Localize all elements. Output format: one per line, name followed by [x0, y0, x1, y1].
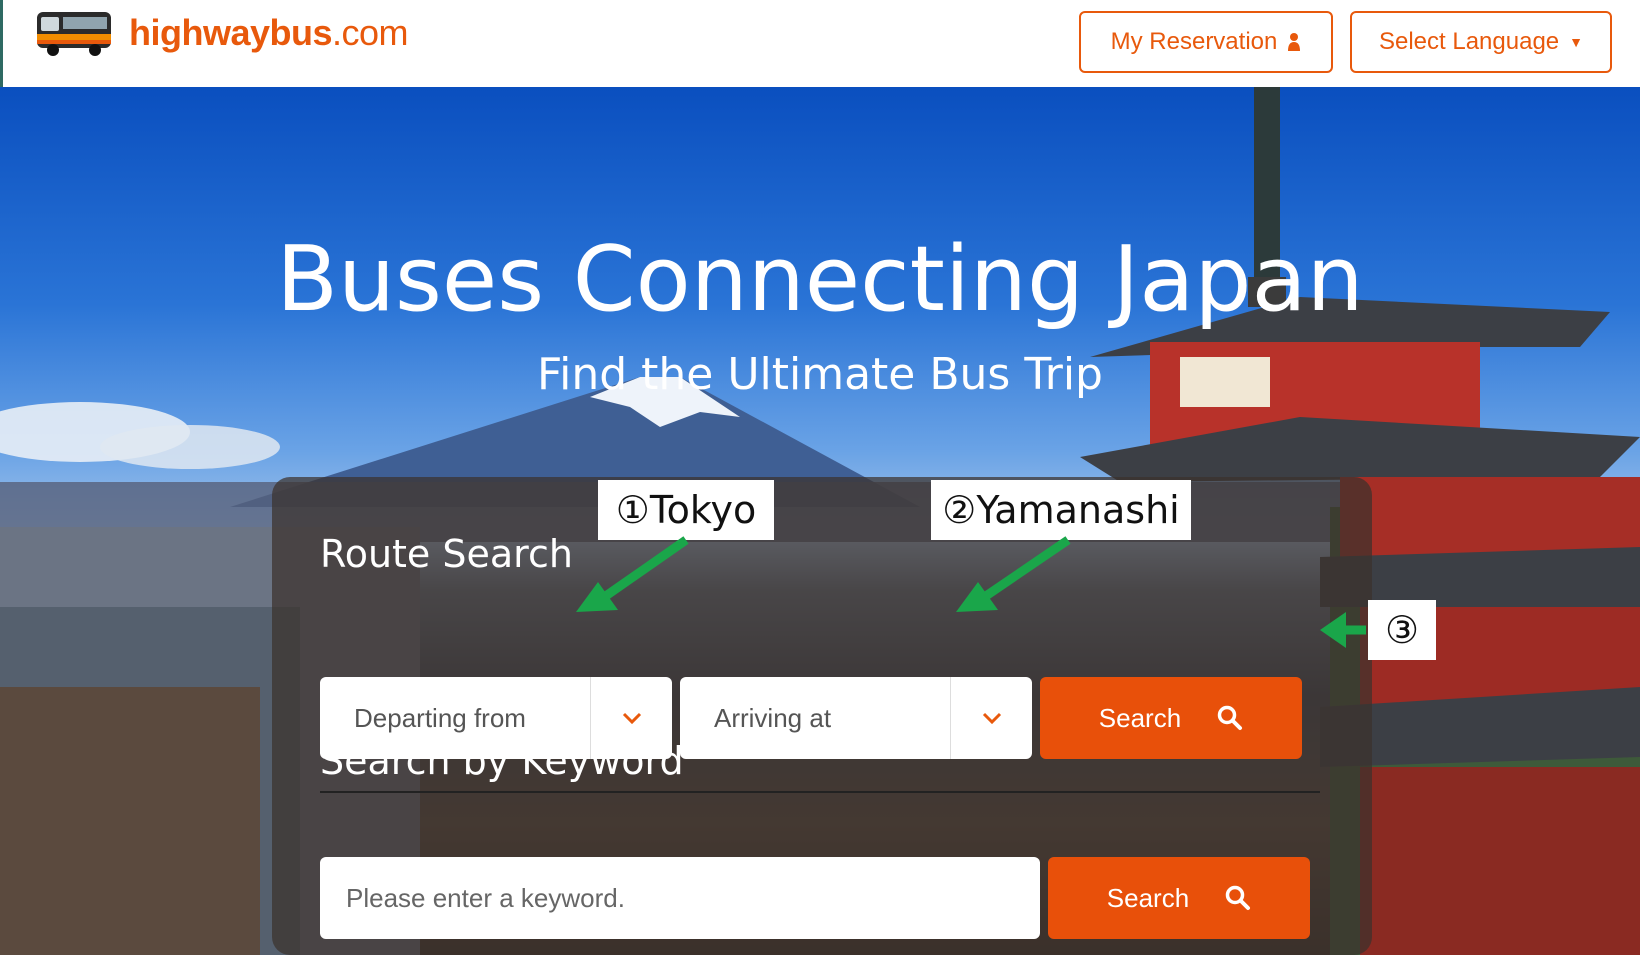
arrow-icon — [956, 536, 1071, 612]
annotation-arrows — [576, 536, 1366, 648]
arrow-icon — [1320, 612, 1366, 648]
arrow-icon — [576, 536, 689, 612]
